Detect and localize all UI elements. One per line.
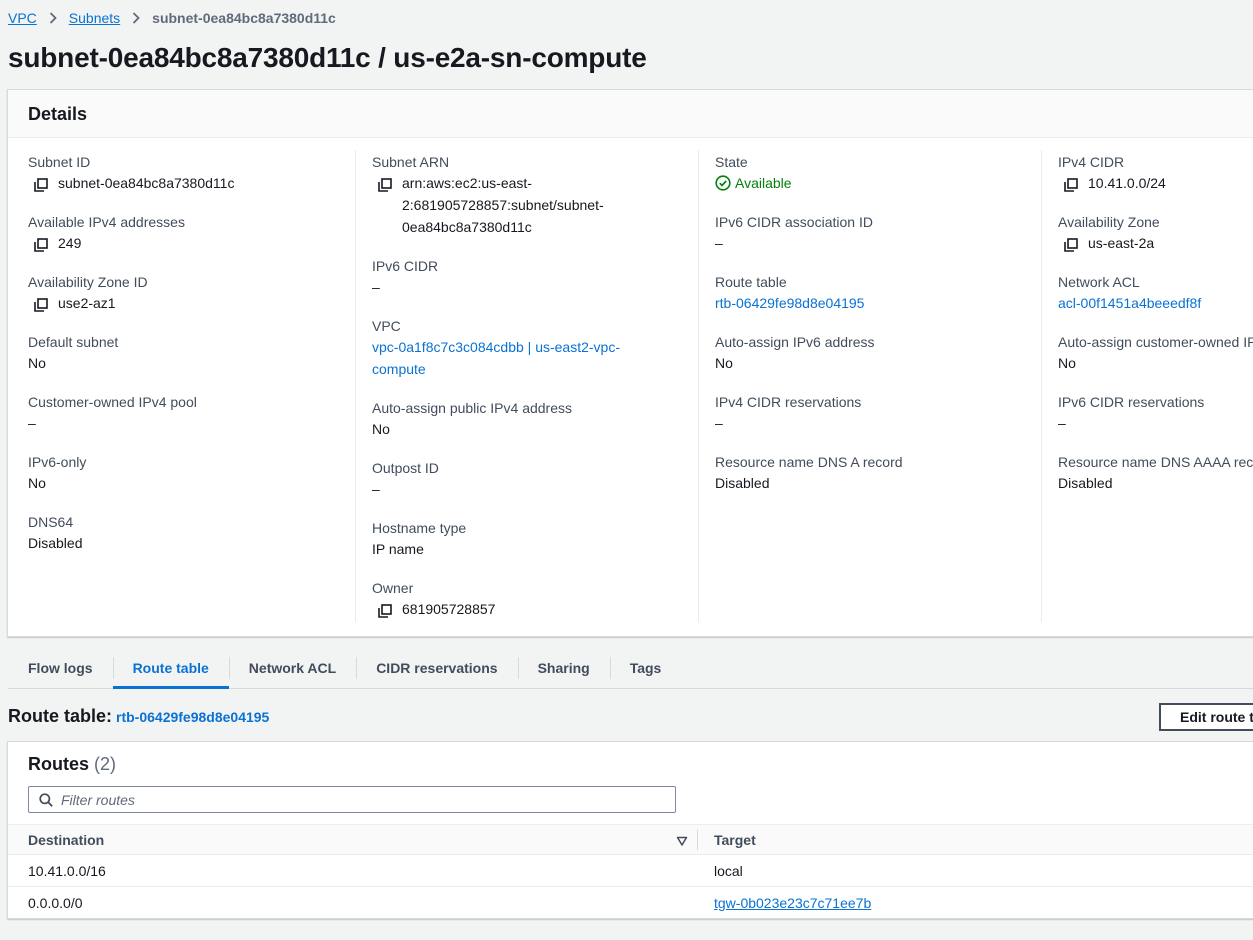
route-target: local [714, 863, 743, 879]
field-auto-assign-public-ipv4: Auto-assign public IPv4 address No [372, 400, 572, 437]
breadcrumb-vpc-link[interactable]: VPC [8, 10, 37, 26]
copy-icon[interactable] [34, 296, 48, 312]
state-value: Available [735, 175, 792, 191]
field-hostname-type: Hostname type IP name [372, 520, 467, 557]
vpc-link[interactable]: vpc-0a1f8c7c3c084cdbb | us-east2-vpc-com… [372, 336, 637, 380]
tab-tags[interactable]: Tags [609, 648, 682, 688]
field-ipv4-cidr-reservations: IPv4 CIDR reservations – [715, 394, 862, 431]
route-target-link[interactable]: tgw-0b023e23c7c71ee7b [714, 895, 871, 911]
routes-heading: Routes (2) [28, 754, 117, 774]
tab-network-acl[interactable]: Network ACL [228, 648, 356, 688]
field-default-subnet: Default subnet No [28, 334, 119, 371]
breadcrumb-subnets-link[interactable]: Subnets [69, 10, 120, 26]
field-auto-assign-customer-owned: Auto-assign customer-owned IPv4 address … [1058, 334, 1253, 371]
breadcrumb-current: subnet-0ea84bc8a7380d11c [152, 10, 336, 26]
page-title: subnet-0ea84bc8a7380d11c / us-e2a-sn-com… [8, 42, 647, 73]
column-header-target[interactable]: Target [714, 825, 756, 855]
table-row: 10.41.0.0/16 local [8, 855, 1253, 887]
tab-cidr-reservations[interactable]: CIDR reservations [356, 648, 517, 688]
field-ipv6-cidr-reservations: IPv6 CIDR reservations – [1058, 394, 1205, 431]
filter-routes-field[interactable] [28, 786, 676, 813]
details-header: Details [8, 90, 1253, 138]
sort-down-icon[interactable] [676, 834, 688, 850]
table-row: 0.0.0.0/0 tgw-0b023e23c7c71ee7b [8, 887, 1253, 919]
route-table-id-link[interactable]: rtb-06429fe98d8e04195 [116, 709, 269, 725]
tab-route-table[interactable]: Route table [112, 648, 230, 689]
route-table-heading: Route table: rtb-06429fe98d8e04195 [8, 706, 270, 726]
field-outpost-id: Outpost ID – [372, 460, 439, 497]
field-customer-owned-pool: Customer-owned IPv4 pool – [28, 394, 197, 431]
route-table-link[interactable]: rtb-06429fe98d8e04195 [715, 292, 864, 314]
tab-sharing[interactable]: Sharing [517, 648, 610, 688]
copy-icon[interactable] [378, 602, 392, 618]
tab-flow-logs[interactable]: Flow logs [8, 648, 113, 688]
field-subnet-arn: Subnet ARN arn:aws:ec2:us-east-2:6819057… [372, 152, 702, 238]
chevron-right-icon [49, 12, 57, 24]
breadcrumb: VPC Subnets subnet-0ea84bc8a7380d11c [8, 8, 336, 28]
filter-routes-input[interactable] [61, 791, 641, 808]
field-dns-a-record: Resource name DNS A record Disabled [715, 454, 903, 491]
copy-icon[interactable] [34, 236, 48, 252]
field-owner: Owner 681905728857 [372, 580, 496, 618]
details-column-4: IPv4 CIDR 10.41.0.0/24 Availability Zone… [1058, 152, 1253, 632]
field-az-id: Availability Zone ID use2-az1 [28, 274, 148, 312]
copy-icon[interactable] [1064, 236, 1078, 252]
route-destination: 10.41.0.0/16 [28, 863, 106, 879]
search-icon [39, 792, 53, 807]
field-route-table: Route table rtb-06429fe98d8e04195 [715, 272, 1045, 314]
field-ipv6-cidr: IPv6 CIDR – [372, 258, 439, 295]
tab-bar: Flow logs Route table Network ACL CIDR r… [8, 648, 1253, 689]
field-dns-aaaa-record: Resource name DNS AAAA record Disabled [1058, 454, 1253, 491]
column-resizer[interactable] [697, 830, 698, 850]
subnet-arn-value: arn:aws:ec2:us-east-2:681905728857:subne… [402, 175, 604, 235]
routes-count: (2) [94, 754, 117, 774]
field-dns64: DNS64 Disabled [28, 514, 83, 551]
edit-route-table-association-button[interactable]: Edit route table association [1159, 703, 1253, 731]
details-panel: Details Subnet ID subnet-0ea84bc8a7380d1… [7, 89, 1253, 637]
copy-icon[interactable] [1064, 176, 1078, 192]
field-auto-assign-ipv6: Auto-assign IPv6 address No [715, 334, 875, 371]
network-acl-link[interactable]: acl-00f1451a4beeedf8f [1058, 292, 1201, 314]
routes-table-header: Destination Target [8, 824, 1253, 855]
route-destination: 0.0.0.0/0 [28, 895, 83, 911]
subnet-id-value: subnet-0ea84bc8a7380d11c [58, 175, 235, 191]
field-availability-zone: Availability Zone us-east-2a [1058, 214, 1160, 252]
routes-panel: Routes (2) Destination Target 10.41.0.0/… [7, 741, 1253, 919]
field-subnet-id: Subnet ID subnet-0ea84bc8a7380d11c [28, 152, 358, 194]
field-ipv6-only: IPv6-only No [28, 454, 87, 491]
field-ipv6-association: IPv6 CIDR association ID – [715, 214, 873, 251]
copy-icon[interactable] [34, 176, 48, 192]
field-state: State Available [715, 152, 1045, 194]
field-ipv4-cidr: IPv4 CIDR 10.41.0.0/24 [1058, 154, 1166, 192]
field-available-ipv4: Available IPv4 addresses 249 [28, 214, 185, 252]
chevron-right-icon [132, 12, 140, 24]
field-network-acl: Network ACL acl-00f1451a4beeedf8f [1058, 272, 1253, 314]
status-success-icon [715, 175, 735, 191]
column-header-destination[interactable]: Destination [28, 825, 104, 855]
field-vpc: VPC vpc-0a1f8c7c3c084cdbb | us-east2-vpc… [372, 316, 702, 380]
